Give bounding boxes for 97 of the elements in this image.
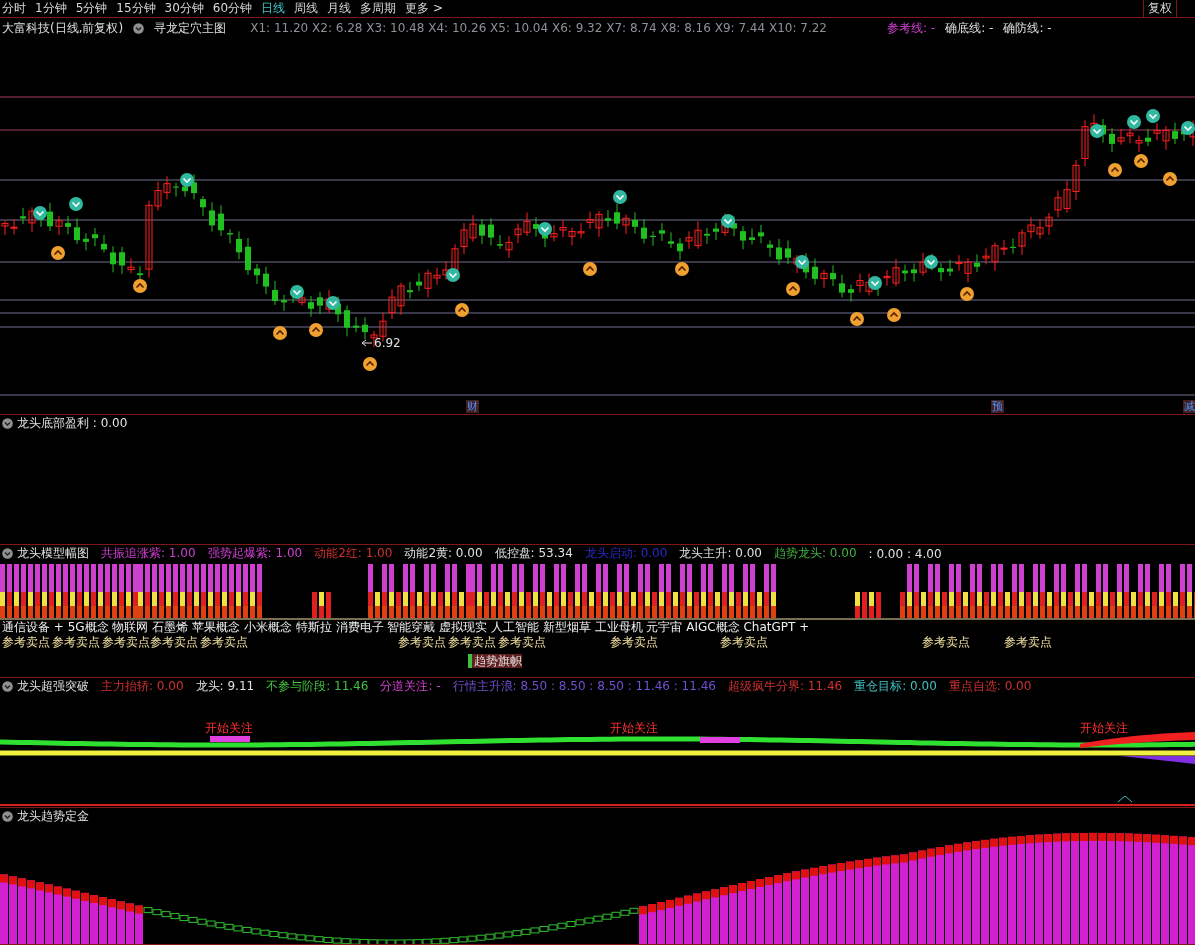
reference-line-value: 确防线: - [1003,19,1052,37]
down-chevron-marker-icon [721,214,735,228]
down-chevron-marker-icon [1127,115,1141,129]
indicator-value: 超级疯牛分界: 11.46 [728,678,843,695]
down-chevron-marker-icon [69,197,83,211]
down-chevron-marker-icon [1181,121,1195,135]
period-tab[interactable]: 60分钟 [212,0,253,17]
down-chevron-marker-icon [180,173,194,187]
panel-title: 龙头底部盈利 : 0.00 [17,415,128,432]
concept-list: 通信设备 + 5G概念 物联网 石墨烯 苹果概念 小米概念 特斯拉 消费电子 智能穿戴 虚拟现实 人工智能 新型烟草 工业母机 元宇宙 AIGC概念 ChatGPT + [0,620,1195,635]
watch-start-label: 开始关注 [610,721,658,735]
sell-point-label: 参考卖点 [448,635,496,649]
indicator-value: 低控盘: 53.34 [494,545,573,562]
down-chevron-marker-icon [795,255,809,269]
down-chevron-marker-icon [1090,124,1104,138]
up-chevron-marker-icon [960,287,974,301]
down-chevron-marker-icon [290,285,304,299]
sell-point-label: 参考卖点 [102,635,150,649]
event-marker: 财 [466,400,479,413]
down-chevron-marker-icon [326,296,340,310]
indicator-value: 动能2黄: 0.00 [404,545,483,562]
sell-point-label: 参考卖点 [720,635,768,649]
dropdown-icon[interactable] [2,418,13,429]
period-tab[interactable]: 30分钟 [164,0,204,17]
watch-start-label: 开始关注 [205,721,253,735]
panel-title: 龙头趋势定金 [17,808,89,825]
sell-point-label: 参考卖点 [200,635,248,649]
sell-point-label: 参考卖点 [610,635,658,649]
reference-line-value: 确底线: - [945,19,994,37]
watch-start-label: 开始关注 [1080,721,1128,735]
indicator-value: 龙头: 9.11 [195,678,255,695]
indicator-value: 强势起爆紫: 1.00 [207,545,303,562]
sell-point-label: 参考卖点 [52,635,100,649]
dropdown-icon[interactable] [133,22,145,34]
adjust-button[interactable]: 复权 [1143,0,1177,17]
up-chevron-marker-icon [583,262,597,276]
event-marker: 预 [991,400,1004,413]
indicator-values: X1: 11.20 X2: 6.28 X3: 10.48 X4: 10.26 X5: 10.04 X6: 9.32 X7: 8.74 X8: 8.16 X9: 7.44 X10: 7.22 [250,21,827,35]
down-chevron-marker-icon [538,222,552,236]
sell-point-label: 参考卖点 [498,635,546,649]
up-chevron-marker-icon [887,308,901,322]
up-chevron-marker-icon [133,279,147,293]
down-chevron-marker-icon [868,276,882,290]
panel-title: 龙头模型幅图 [17,545,89,562]
indicator-value: 龙头启动: 0.00 [584,545,668,562]
period-tab[interactable]: 日线 [261,0,286,17]
sell-point-label: 参考卖点 [398,635,446,649]
period-tab[interactable]: 更多 > [405,0,443,17]
period-tab[interactable]: 多周期 [360,0,397,17]
indicator-value: 共振追涨紫: 1.00 [101,545,196,562]
up-chevron-marker-icon [51,246,65,260]
sell-point-label: 参考卖点 [150,635,198,649]
up-chevron-marker-icon [273,326,287,340]
period-tab[interactable]: 分时 [2,0,26,17]
indicator-value: 动能2红: 1.00 [314,545,393,562]
indicator-name: 寻龙定穴主图 [154,19,227,37]
panel-title: 龙头超强突破 [17,678,89,695]
indicator-value: 分道关注: - [380,678,441,695]
period-tab[interactable]: 15分钟 [116,0,156,17]
up-chevron-marker-icon [309,323,323,337]
up-chevron-marker-icon [850,312,864,326]
dropdown-icon[interactable] [2,811,13,822]
period-tab[interactable]: 月线 [327,0,352,17]
sell-point-label: 参考卖点 [922,635,970,649]
up-chevron-marker-icon [363,357,377,371]
indicator-value: 行情主升浪: 8.50 : 8.50 : 8.50 : 11.46 : 11.46 [452,678,716,695]
dropdown-icon[interactable] [2,681,13,692]
up-chevron-marker-icon [1163,172,1177,186]
indicator-value: 重仓目标: 0.00 [854,678,937,695]
down-chevron-marker-icon [1146,109,1160,123]
low-price-label: 6.92 [374,336,401,350]
down-chevron-marker-icon [924,255,938,269]
stock-title: 大富科技(日线,前复权) [2,19,124,37]
up-chevron-marker-icon [786,282,800,296]
leader-line [361,339,373,347]
indicator-value: 龙头主升: 0.00 [679,545,762,562]
indicator-value: 重点自选: 0.00 [948,678,1032,695]
sell-point-label: 参考卖点 [1004,635,1052,649]
down-chevron-marker-icon [446,268,460,282]
indicator-value: 不参与阶段: 11.46 [266,678,369,695]
up-chevron-marker-icon [675,262,689,276]
event-marker: 减 [1183,400,1195,413]
period-tab[interactable]: 周线 [294,0,319,17]
up-chevron-marker-icon [1108,163,1122,177]
period-tab[interactable]: 1分钟 [35,0,67,17]
indicator-value: 趋势龙头: 0.00 [773,545,857,562]
dropdown-icon[interactable] [2,548,13,559]
down-chevron-marker-icon [33,206,47,220]
trend-flag-label: 趋势旗帜 [468,654,522,668]
indicator-value: 主力抬轿: 0.00 [101,678,184,695]
sell-point-label: 参考卖点 [2,635,50,649]
period-tab[interactable]: 5分钟 [75,0,108,17]
up-chevron-marker-icon [1134,154,1148,168]
up-chevron-marker-icon [455,303,469,317]
indicator-value: : 0.00 : 4.00 [868,546,942,561]
down-chevron-marker-icon [613,190,627,204]
reference-line-value: 参考线: - [887,19,936,37]
